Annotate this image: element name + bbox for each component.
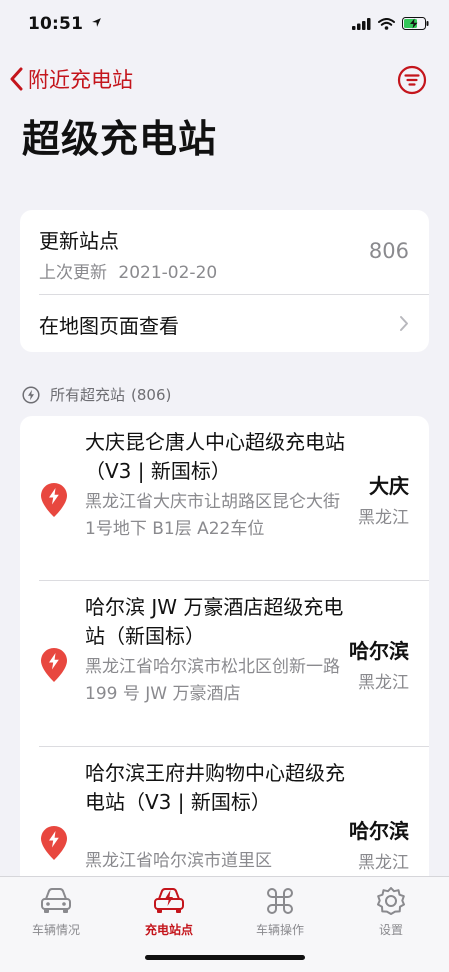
tab-charging-stations[interactable]: 充电站点 [124, 885, 214, 938]
page-title: 超级充电站 [22, 117, 218, 161]
status-time: 10:51 [28, 14, 102, 34]
location-pin-icon [41, 826, 67, 860]
status-bar: 10:51 [0, 0, 449, 52]
section-header: 所有超充站 (806) [22, 384, 171, 405]
view-on-map-row[interactable]: 在地图页面查看 [20, 294, 429, 352]
station-address: 黑龙江省大庆市让胡路区昆仑大街1号地下 B1层 A22车位 [85, 492, 340, 539]
station-name: 哈尔滨 JW 万豪酒店超级充电站（新国标） [85, 595, 344, 648]
tab-vehicle-status[interactable]: 车辆情况 [11, 885, 101, 938]
tab-settings[interactable]: 设置 [346, 885, 436, 938]
last-update-label: 上次更新 [39, 263, 107, 283]
cellular-signal-icon [352, 17, 371, 30]
station-name: 哈尔滨王府井购物中心超级充电站（V3 | 新国标） [85, 761, 345, 814]
command-icon [267, 888, 293, 914]
car-icon [41, 888, 71, 913]
tab-label: 车辆操作 [255, 923, 304, 937]
station-province: 黑龙江 [358, 508, 409, 528]
station-city: 大庆 [369, 474, 409, 498]
status-indicators [352, 17, 429, 30]
section-header-title: 所有超充站 [50, 386, 126, 404]
update-stations-row[interactable]: 更新站点 上次更新 2021-02-20 806 [20, 210, 429, 294]
view-on-map-label: 在地图页面查看 [39, 314, 179, 338]
section-header-count: (806) [131, 385, 172, 404]
status-time-text: 10:51 [28, 14, 84, 34]
station-item[interactable]: 哈尔滨 JW 万豪酒店超级充电站（新国标） 黑龙江省哈尔滨市松北区创新一路 19… [20, 581, 429, 746]
location-pin-icon [41, 648, 67, 682]
last-update-date: 2021-02-20 [118, 263, 218, 283]
tab-label: 充电站点 [144, 923, 193, 937]
station-city: 哈尔滨 [349, 819, 409, 843]
filter-icon[interactable] [397, 65, 427, 95]
tab-label: 车辆情况 [31, 923, 80, 937]
tab-vehicle-controls[interactable]: 车辆操作 [235, 885, 325, 938]
tab-label: 设置 [378, 923, 403, 937]
station-province: 黑龙江 [358, 853, 409, 873]
back-button-label: 附近充电站 [28, 68, 133, 92]
station-item[interactable]: 大庆昆仑唐人中心超级充电站（V3 | 新国标） 黑龙江省大庆市让胡路区昆仑大街1… [20, 416, 429, 580]
chevron-right-icon [400, 316, 408, 331]
charging-car-icon [154, 888, 184, 913]
station-name: 大庆昆仑唐人中心超级充电站（V3 | 新国标） [85, 430, 345, 483]
update-card: 更新站点 上次更新 2021-02-20 806 在地图页面查看 [20, 210, 429, 352]
station-item[interactable]: 哈尔滨王府井购物中心超级充电站（V3 | 新国标） 黑龙江省哈尔滨市道里区 哈尔… [20, 747, 429, 886]
navigation-bar: 附近充电站 [0, 56, 449, 102]
chevron-left-icon [10, 67, 23, 91]
update-stations-title: 更新站点 [39, 229, 119, 253]
bolt-circle-icon [22, 385, 40, 404]
station-province: 黑龙江 [358, 673, 409, 693]
station-list: 大庆昆仑唐人中心超级充电站（V3 | 新国标） 黑龙江省大庆市让胡路区昆仑大街1… [20, 416, 429, 886]
wifi-icon [378, 17, 395, 30]
station-address: 黑龙江省哈尔滨市道里区 [85, 851, 272, 871]
station-address: 黑龙江省哈尔滨市松北区创新一路 199 号 JW 万豪酒店 [85, 657, 340, 704]
location-pin-icon [41, 483, 67, 517]
station-count: 806 [368, 239, 409, 263]
location-arrow-icon [92, 18, 102, 27]
station-city: 哈尔滨 [349, 639, 409, 663]
home-indicator [145, 955, 305, 960]
back-button[interactable]: 附近充电站 [10, 64, 133, 94]
last-update-info: 上次更新 2021-02-20 [39, 258, 217, 283]
battery-charging-icon [402, 17, 429, 30]
gear-icon [377, 887, 405, 915]
